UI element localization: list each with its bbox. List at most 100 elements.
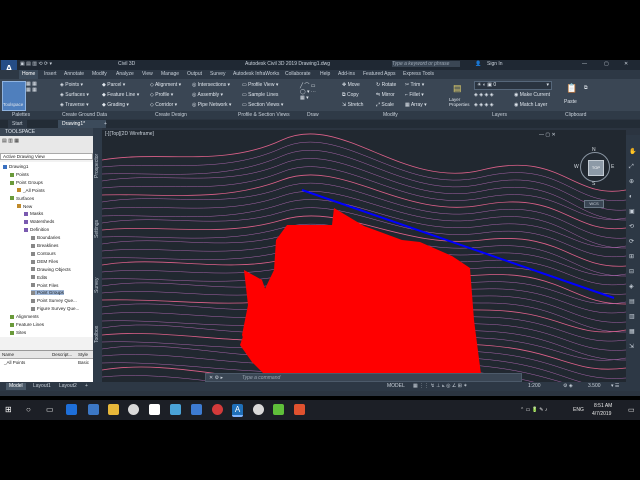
col-style[interactable]: Style (78, 352, 88, 357)
compass-west[interactable]: W (574, 164, 579, 170)
layer-properties-button[interactable]: ▤ Layer Properties (449, 83, 470, 109)
paste-button[interactable]: 📋 Paste (563, 83, 579, 109)
side-tab-prospector[interactable]: Prospector (94, 154, 100, 178)
command-line-icons[interactable]: ✕ ⚙ ▸ (209, 375, 223, 381)
alignment-button[interactable]: ◇ Alignment ▾ (150, 82, 181, 88)
draw-tools[interactable]: ╱ ⌒ ▭ ◯ ▾ ⋯ ▦ ▾ (300, 82, 316, 101)
search-icon[interactable]: ○ (26, 405, 31, 414)
close-button[interactable]: ✕ (624, 61, 628, 67)
viewcube-compass[interactable]: TOP N S E W (574, 147, 614, 187)
section-views-button[interactable]: ▭ Section Views ▾ (242, 102, 283, 108)
media-icon[interactable] (149, 404, 160, 415)
tab-infraworks[interactable]: Autodesk InfraWorks (233, 71, 279, 77)
command-input[interactable]: Type a command (242, 375, 280, 381)
tab-insert[interactable]: Insert (44, 71, 57, 77)
copy-button[interactable]: ⧉ Copy (342, 92, 359, 98)
tree-item[interactable]: New (17, 204, 32, 209)
layer-tool-icons-2[interactable]: ◈ ◈ ◈ ◈ (474, 102, 494, 108)
side-tab-toolbox[interactable]: Toolbox (94, 326, 100, 343)
clock-date[interactable]: 4/7/2019 (592, 411, 611, 417)
tree-item[interactable]: Boundaries (31, 235, 60, 240)
scale-button[interactable]: ⤢ Scale (376, 102, 394, 108)
tab-drawing1[interactable]: Drawing1* (58, 120, 106, 128)
surfaces-button[interactable]: ◈ Surfaces ▾ (60, 92, 89, 98)
contour-line[interactable] (102, 142, 626, 201)
col-description[interactable]: Descript... (52, 352, 72, 357)
tree-item[interactable]: Point Groups (10, 180, 43, 185)
tab-start[interactable]: Start (8, 120, 27, 128)
tab-featured-apps[interactable]: Featured Apps (363, 71, 396, 77)
tab-layout2[interactable]: Layout2 (56, 383, 80, 390)
tab-survey[interactable]: Survey (210, 71, 226, 77)
tree-item[interactable]: Point Groups (31, 290, 64, 296)
copy-clip-icon[interactable]: ⧉ (584, 85, 588, 91)
sign-in-link[interactable]: Sign In (487, 61, 503, 67)
tab-express-tools[interactable]: Express Tools (403, 71, 434, 77)
intersections-button[interactable]: ◎ Intersections ▾ (192, 82, 230, 88)
tree-item[interactable]: Sites (10, 330, 26, 335)
surface-drawing[interactable] (102, 130, 626, 382)
wcs-menu[interactable]: WCS (584, 200, 604, 208)
minimize-button[interactable]: — (582, 61, 587, 67)
tree-item[interactable]: _All Points (17, 188, 45, 193)
tab-add-ins[interactable]: Add-ins (338, 71, 355, 77)
status-toggles[interactable]: ▦ ⋮⋮ ↯ ⊥ ⦜ ◎ ∠ ⊞ ✶ (410, 383, 470, 390)
panel-palettes[interactable]: Palettes (12, 112, 30, 118)
tree-item[interactable]: Points (10, 172, 29, 177)
panel-layers[interactable]: Layers (492, 112, 507, 118)
tree-item[interactable]: Edits (31, 275, 47, 280)
recorder-icon[interactable] (212, 404, 223, 415)
store-icon[interactable] (88, 404, 99, 415)
maximize-button[interactable]: ▢ (604, 61, 609, 67)
layer-dropdown[interactable]: ☀ ◐ ▣ 0 ▾ (474, 81, 552, 90)
system-tray-icons[interactable]: ⌃ ▭ 🔋 ✎ ♪ (520, 407, 547, 413)
tree-item[interactable]: Point Survey Que... (31, 298, 77, 303)
col-name[interactable]: Name (2, 352, 14, 357)
tree-item[interactable]: Masks (24, 211, 43, 216)
panel-profile-section-views[interactable]: Profile & Section Views (238, 112, 290, 118)
tab-annotate[interactable]: Annotate (64, 71, 84, 77)
app-icon[interactable] (170, 404, 181, 415)
move-button[interactable]: ✥ Move (342, 82, 360, 88)
profile-view-button[interactable]: ▭ Profile View ▾ (242, 82, 278, 88)
tree-item[interactable]: Watersheds (24, 219, 54, 224)
drawing-view-select[interactable]: Active Drawing View (0, 153, 93, 160)
pipe-network-button[interactable]: ◎ Pipe Network ▾ (192, 102, 231, 108)
sample-lines-button[interactable]: ▭ Sample Lines (242, 92, 278, 98)
windows-start-icon[interactable]: ⊞ (5, 405, 12, 414)
tree-item[interactable]: Feature Lines (10, 322, 44, 327)
chrome-icon[interactable] (128, 404, 139, 415)
tree-item[interactable]: Definition (24, 227, 49, 232)
tab-home[interactable]: Home (19, 70, 39, 79)
task-view-icon[interactable]: ▭ (46, 405, 54, 414)
add-layout-button[interactable]: + (82, 383, 91, 390)
model-space-toggle[interactable]: MODEL (384, 383, 408, 390)
tab-help[interactable]: Help (320, 71, 330, 77)
navigation-bar[interactable]: ✋ ⤢ ⊕ ◐ ▣ ⟲ ⟳ ⊞ ⊟ ◈ ▤ ▥ ▦ ⇲ (626, 135, 640, 382)
civil3d-taskbar-icon[interactable]: A (232, 404, 243, 417)
stretch-button[interactable]: ⇲ Stretch (342, 102, 363, 108)
fillet-button[interactable]: ⌐ Fillet ▾ (405, 92, 424, 98)
tree-item[interactable]: Breaklines (31, 243, 58, 248)
assembly-button[interactable]: ◎ Assembly ▾ (192, 92, 223, 98)
command-line[interactable]: ✕ ⚙ ▸ Type a command (205, 373, 522, 382)
status-menu-icons[interactable]: ▾ ☰ (608, 383, 622, 390)
viewport-window-controls[interactable]: — ▢ ✕ (539, 132, 556, 138)
make-current-button[interactable]: ◉ Make Current (514, 92, 550, 98)
traverse-button[interactable]: ◈ Traverse ▾ (60, 102, 89, 108)
grading-button[interactable]: ◆ Grading ▾ (102, 102, 129, 108)
table-row[interactable]: _All Points Basic (0, 359, 93, 366)
feature-line-button[interactable]: ◆ Feature Line ▾ (102, 92, 139, 98)
tree-item[interactable]: Drawing Objects (31, 267, 71, 272)
panel-create-ground-data[interactable]: Create Ground Data (62, 112, 107, 118)
clock-time[interactable]: 8:51 AM (594, 403, 612, 409)
layer-tool-icons[interactable]: ◈ ◈ ◈ ◈ (474, 92, 494, 98)
tab-modify[interactable]: Modify (92, 71, 107, 77)
points-button[interactable]: ◈ Points ▾ (60, 82, 83, 88)
panel-create-design[interactable]: Create Design (155, 112, 187, 118)
panel-modify[interactable]: Modify (383, 112, 398, 118)
viewcube-top[interactable]: TOP (588, 160, 604, 176)
array-button[interactable]: ▦ Array ▾ (405, 102, 427, 108)
mirror-button[interactable]: ⇋ Mirror (376, 92, 395, 98)
tree-item[interactable]: Contours (31, 251, 56, 256)
